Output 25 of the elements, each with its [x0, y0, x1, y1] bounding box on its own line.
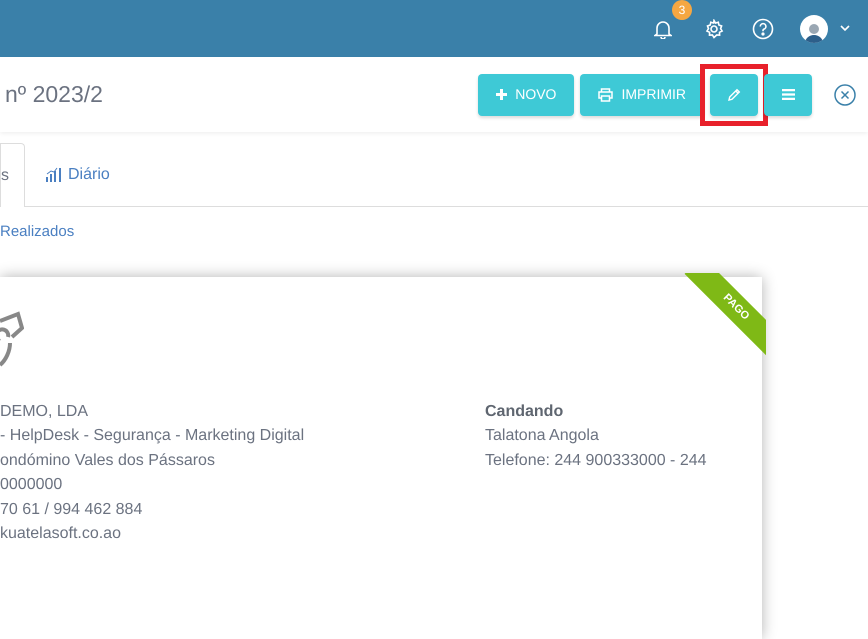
pencil-icon [727, 88, 741, 102]
realizados-link[interactable]: Realizados [0, 221, 74, 244]
notifications-button[interactable] [654, 18, 672, 38]
company-info-line: 0000000 [0, 475, 64, 496]
settings-button[interactable] [704, 18, 726, 40]
close-button[interactable] [834, 84, 856, 106]
company-info-line: DEMO, LDA [0, 402, 90, 422]
help-button[interactable] [752, 18, 774, 40]
page-title: nº 2023/2 [5, 80, 103, 110]
company-info-line: ondómino Vales dos Pássaros [0, 450, 216, 471]
client-info-line: Telefone: 244 900333000 - 244 [485, 450, 707, 471]
avatar[interactable] [800, 14, 828, 42]
company-info-line: kuatelasoft.co.ao [0, 524, 122, 544]
client-name: Candando [485, 402, 564, 422]
plus-icon [496, 89, 508, 100]
tab[interactable]: s [0, 143, 25, 207]
notification-count: 3 [672, 0, 692, 20]
printer-icon [598, 88, 614, 102]
company-info-line: 70 61 / 994 462 884 [0, 500, 144, 520]
client-info-line: Talatona Angola [485, 426, 600, 446]
bar-chart-icon [46, 167, 62, 182]
tab[interactable]: Diário [25, 143, 131, 206]
chevron-down-icon[interactable] [840, 24, 850, 32]
menu-icon [782, 89, 794, 100]
company-info-line: - HelpDesk - Segurança - Marketing Digital [0, 426, 306, 446]
